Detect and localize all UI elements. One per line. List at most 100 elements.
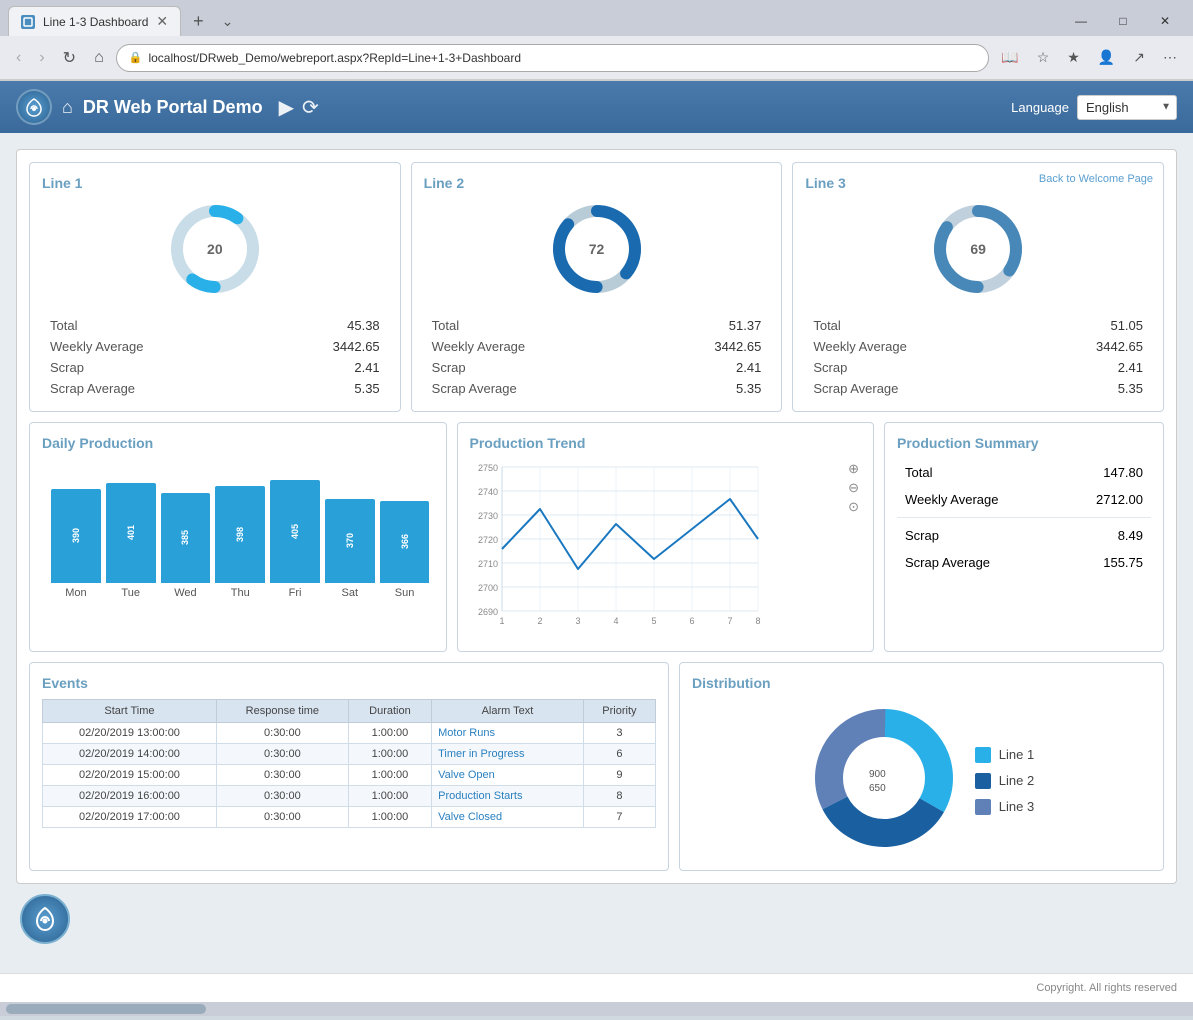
alarm-text-1[interactable]: Motor Runs xyxy=(432,723,584,744)
new-tab-btn[interactable]: + xyxy=(185,9,212,34)
svg-text:8: 8 xyxy=(755,616,760,626)
bar-wed: 385 Wed xyxy=(161,493,211,599)
distribution-content: 900 650 Line 1 Line 2 xyxy=(692,703,1151,858)
tab-close-btn[interactable]: ✕ xyxy=(156,13,168,30)
bottom-row: Events Start Time Response time Duration… xyxy=(29,662,1164,871)
footer-logo-area xyxy=(16,884,1177,948)
address-bar[interactable]: 🔒 localhost/DRweb_Demo/webreport.aspx?Re… xyxy=(116,44,990,72)
event-row-5: 02/20/2019 17:00:00 0:30:00 1:00:00 Valv… xyxy=(43,807,656,828)
browser-chrome: Line 1-3 Dashboard ✕ + ⌄ — □ ✕ ‹ › ↻ ⌂ 🔒… xyxy=(0,0,1193,81)
line3-donut: 69 xyxy=(928,199,1028,299)
favorite-btn[interactable]: ☆ xyxy=(1031,45,1056,70)
line3-panel: Line 3 Back to Welcome Page 69 Total 51.… xyxy=(792,162,1164,412)
settings-btn[interactable]: ⋯ xyxy=(1157,45,1183,70)
col-duration: Duration xyxy=(348,700,431,723)
legend-line1: Line 1 xyxy=(975,747,1034,763)
maximize-btn[interactable]: □ xyxy=(1103,6,1143,36)
svg-text:2700: 2700 xyxy=(477,583,497,593)
refresh-btn[interactable]: ↻ xyxy=(57,44,82,72)
prod-trend-title: Production Trend xyxy=(470,435,862,451)
line2-panel: Line 2 72 Total 51.37 Weekly Averag xyxy=(411,162,783,412)
alarm-text-2[interactable]: Timer in Progress xyxy=(432,744,584,765)
col-priority: Priority xyxy=(583,700,655,723)
line1-donut: 20 xyxy=(165,199,265,299)
reader-mode-btn[interactable]: 📖 xyxy=(995,45,1024,70)
zoom-reset-btn[interactable]: ⊙ xyxy=(848,499,859,516)
svg-text:2720: 2720 xyxy=(477,535,497,545)
line1-donut-value: 20 xyxy=(207,241,223,257)
summary-total-row: Total 147.80 xyxy=(897,459,1151,486)
svg-text:2710: 2710 xyxy=(477,559,497,569)
bar-fri: 405 Fri xyxy=(270,480,320,599)
security-icon: 🔒 xyxy=(129,51,143,64)
bars-container: 390 Mon 401 Tue 385 xyxy=(51,479,430,599)
collections-btn[interactable]: ★ xyxy=(1061,45,1086,70)
line3-donut-value: 69 xyxy=(970,241,986,257)
line2-scrap-row: Scrap 2.41 xyxy=(424,357,770,378)
zoom-in-btn[interactable]: ⊕ xyxy=(848,461,859,478)
col-response-time: Response time xyxy=(216,700,348,723)
forward-btn[interactable]: › xyxy=(33,45,50,71)
line1-total-row: Total 45.38 xyxy=(42,315,388,336)
active-tab[interactable]: Line 1-3 Dashboard ✕ xyxy=(8,6,181,36)
line2-weekly-row: Weekly Average 3442.65 xyxy=(424,336,770,357)
bar-sat: 370 Sat xyxy=(325,499,375,599)
bar-mon: 390 Mon xyxy=(51,489,101,599)
bar-sun: 366 Sun xyxy=(380,501,430,599)
minimize-btn[interactable]: — xyxy=(1061,6,1101,36)
language-wrapper: English German French Spanish xyxy=(1077,95,1177,120)
production-summary-panel: Production Summary Total 147.80 Weekly A… xyxy=(884,422,1164,652)
alarm-text-5[interactable]: Valve Closed xyxy=(432,807,584,828)
footer-logo[interactable] xyxy=(20,894,70,944)
alarm-text-3[interactable]: Valve Open xyxy=(432,765,584,786)
back-btn[interactable]: ‹ xyxy=(10,45,27,71)
col-start-time: Start Time xyxy=(43,700,217,723)
line1-weekly-row: Weekly Average 3442.65 xyxy=(42,336,388,357)
legend-line3: Line 3 xyxy=(975,799,1034,815)
portal-home-btn[interactable]: ⌂ xyxy=(62,97,73,118)
scrollbar[interactable] xyxy=(0,1002,1193,1016)
trend-chart-svg: 2750 2740 2730 2720 2710 2700 2690 xyxy=(470,459,770,634)
main-content: Line 1 20 Total 45.38 Weekly Averag xyxy=(0,133,1193,973)
svg-text:2740: 2740 xyxy=(477,487,497,497)
tab-menu-btn[interactable]: ⌄ xyxy=(216,11,240,32)
share-btn[interactable]: ↗ xyxy=(1127,45,1151,70)
line1-scrap-avg-row: Scrap Average 5.35 xyxy=(42,378,388,399)
summary-scrap-row: Scrap 8.49 xyxy=(897,522,1151,549)
distribution-donut: 900 650 xyxy=(809,703,959,858)
distribution-title: Distribution xyxy=(692,675,1151,691)
line2-total-row: Total 51.37 xyxy=(424,315,770,336)
svg-text:4: 4 xyxy=(613,616,618,626)
bar-chart: 390 Mon 401 Tue 385 xyxy=(42,459,434,599)
events-title: Events xyxy=(42,675,656,691)
play-btn[interactable]: ▶ xyxy=(279,95,294,120)
svg-text:650: 650 xyxy=(869,783,886,794)
home-btn[interactable]: ⌂ xyxy=(88,45,110,71)
legend-line2: Line 2 xyxy=(975,773,1034,789)
app-logo[interactable] xyxy=(16,89,52,125)
events-panel: Events Start Time Response time Duration… xyxy=(29,662,669,871)
zoom-out-btn[interactable]: ⊖ xyxy=(848,480,859,497)
alarm-text-4[interactable]: Production Starts xyxy=(432,786,584,807)
language-select[interactable]: English German French Spanish xyxy=(1077,95,1177,120)
line2-donut: 72 xyxy=(547,199,647,299)
line1-title: Line 1 xyxy=(42,175,388,191)
back-to-welcome-link[interactable]: Back to Welcome Page xyxy=(1039,173,1153,185)
line3-donut-container: 69 xyxy=(805,199,1151,299)
sync-btn[interactable]: ⟳ xyxy=(302,95,319,120)
events-tbody: 02/20/2019 13:00:00 0:30:00 1:00:00 Moto… xyxy=(43,723,656,828)
svg-text:2690: 2690 xyxy=(477,607,497,617)
distribution-panel: Distribution 900 xyxy=(679,662,1164,871)
profile-btn[interactable]: 👤 xyxy=(1092,45,1121,70)
event-row-3: 02/20/2019 15:00:00 0:30:00 1:00:00 Valv… xyxy=(43,765,656,786)
line3-scrap-avg-row: Scrap Average 5.35 xyxy=(805,378,1151,399)
line3-scrap-row: Scrap 2.41 xyxy=(805,357,1151,378)
legend-color-line1 xyxy=(975,747,991,763)
close-btn[interactable]: ✕ xyxy=(1145,6,1185,36)
nav-bar: ‹ › ↻ ⌂ 🔒 localhost/DRweb_Demo/webreport… xyxy=(0,36,1193,80)
app-title: DR Web Portal Demo xyxy=(83,97,263,118)
bar-tue: 401 Tue xyxy=(106,483,156,599)
line2-title: Line 2 xyxy=(424,175,770,191)
svg-text:2730: 2730 xyxy=(477,511,497,521)
scrollbar-thumb[interactable] xyxy=(6,1004,206,1014)
